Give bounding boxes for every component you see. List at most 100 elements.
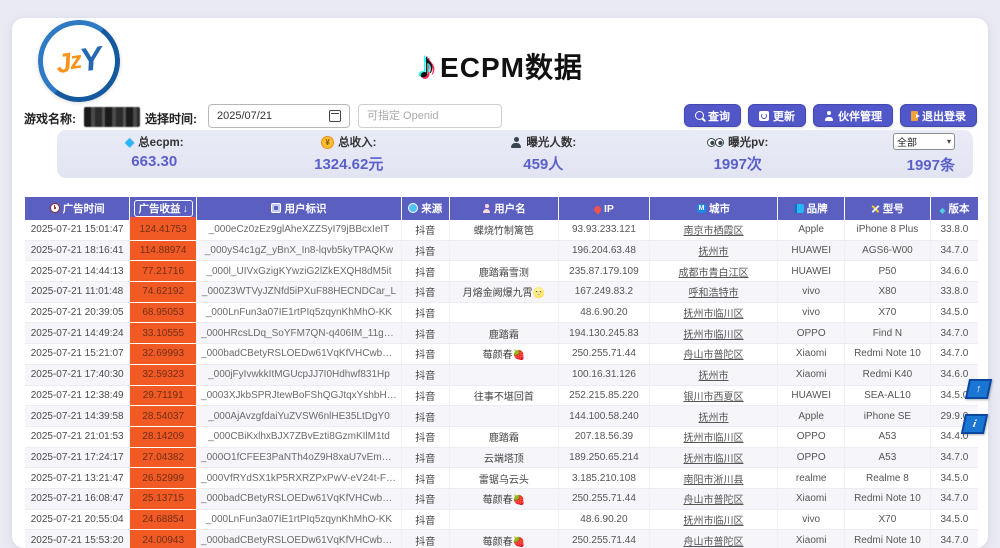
cell-username: 云端塔顶 bbox=[449, 447, 559, 468]
cell-city[interactable]: 抚州市临川区 bbox=[649, 426, 778, 447]
cell-brand: OPPO bbox=[778, 323, 845, 344]
cell-source: 抖音 bbox=[401, 406, 449, 427]
stat-label: 曝光人数: bbox=[526, 134, 576, 150]
cell-revenue: 124.41753 bbox=[130, 220, 197, 240]
cell-revenue: 24.00943 bbox=[130, 530, 197, 548]
stat-value: 663.30 bbox=[57, 153, 252, 170]
cell-openid: _000badCBetyRSLOEDw61VqKfVHCwbe9wv bbox=[197, 530, 402, 548]
col-brand[interactable]: 品牌 bbox=[778, 197, 845, 220]
col-ip[interactable]: IP bbox=[559, 197, 650, 220]
cell-ip: 250.255.71.44 bbox=[559, 344, 650, 365]
cell-model: Find N bbox=[845, 323, 931, 344]
cell-brand: OPPO bbox=[778, 447, 845, 468]
cell-ip: 252.215.85.220 bbox=[559, 385, 650, 406]
cell-brand: realme bbox=[778, 468, 845, 489]
gem-icon bbox=[125, 135, 134, 149]
stat-value: 1997次 bbox=[641, 153, 836, 174]
query-button[interactable]: 查询 bbox=[684, 104, 741, 127]
cell-version: 34.5.0 bbox=[930, 302, 978, 323]
refresh-button[interactable]: 更新 bbox=[748, 104, 806, 127]
cell-revenue: 77.21716 bbox=[130, 261, 197, 282]
cell-username bbox=[449, 240, 559, 261]
col-source[interactable]: 来源 bbox=[401, 197, 449, 220]
page-title: ECPM数据 bbox=[440, 46, 583, 86]
cell-city[interactable]: 抚州市临川区 bbox=[649, 447, 778, 468]
cell-username: 鹿踏霜 bbox=[449, 323, 559, 344]
cell-source: 抖音 bbox=[401, 240, 449, 261]
openid-input[interactable] bbox=[358, 104, 502, 128]
cell-openid: _0003XJkbSPRJtewBoFShQGJtqxYshbHzN bbox=[197, 385, 402, 406]
cell-openid: _000AjAvzgfdaiYuZVSW6nlHE35LtDgY0 bbox=[197, 406, 402, 427]
cell-source: 抖音 bbox=[401, 261, 449, 282]
cell-model: P50 bbox=[845, 261, 931, 282]
cell-source: 抖音 bbox=[401, 220, 449, 240]
cell-city[interactable]: 南京市栖霞区 bbox=[649, 220, 778, 240]
col-model[interactable]: 型号 bbox=[845, 197, 931, 220]
cell-version: 34.5.0 bbox=[930, 509, 978, 530]
game-name-redacted bbox=[84, 107, 140, 127]
cell-source: 抖音 bbox=[401, 426, 449, 447]
col-ad-time[interactable]: 广告时间 bbox=[25, 197, 130, 220]
cell-time: 2025-07-21 17:40:30 bbox=[25, 364, 130, 385]
col-version[interactable]: 版本 bbox=[930, 197, 978, 220]
cell-username: 蝶烧竹制篱笆 bbox=[449, 220, 559, 240]
logout-button[interactable]: 退出登录 bbox=[900, 104, 977, 127]
cell-city[interactable]: 舟山市普陀区 bbox=[649, 488, 778, 509]
search-icon bbox=[695, 111, 704, 120]
stat-value: 459人 bbox=[446, 153, 641, 174]
cell-version: 34.6.0 bbox=[930, 261, 978, 282]
col-username[interactable]: 用户名 bbox=[449, 197, 559, 220]
cell-city[interactable]: 抚州市临川区 bbox=[649, 509, 778, 530]
cell-ip: 207.18.56.39 bbox=[559, 426, 650, 447]
cell-time: 2025-07-21 20:39:05 bbox=[25, 302, 130, 323]
partner-icon bbox=[824, 111, 834, 121]
info-button[interactable]: i bbox=[961, 414, 988, 434]
cell-model: Redmi K40 bbox=[845, 364, 931, 385]
cell-username: 莓颜春🍓 bbox=[449, 488, 559, 509]
cell-city[interactable]: 抚州市 bbox=[649, 240, 778, 261]
cell-version: 34.7.0 bbox=[930, 447, 978, 468]
stat-total-revenue: 总收入:1324.62元 bbox=[252, 134, 447, 174]
col-user-openid[interactable]: 用户标识 bbox=[197, 197, 402, 220]
button-label: 查询 bbox=[708, 108, 730, 124]
cell-ip: 235.87.179.109 bbox=[559, 261, 650, 282]
stat-label: 总ecpm: bbox=[138, 134, 183, 150]
cell-city[interactable]: 南阳市淅川县 bbox=[649, 468, 778, 489]
cell-revenue: 74.62192 bbox=[130, 282, 197, 303]
column-label: 来源 bbox=[421, 203, 442, 215]
stat-filter: 全部 ▾ 1997条 bbox=[835, 133, 973, 175]
col-ad-revenue[interactable]: 广告收益↓ bbox=[130, 197, 197, 220]
cell-model: X70 bbox=[845, 302, 931, 323]
cell-openid: _000Z3WTVyJZNfd5iPXuF88HECNDCar_L bbox=[197, 282, 402, 303]
table-row: 2025-07-21 15:53:2024.00943_000badCBetyR… bbox=[25, 530, 978, 548]
cell-city[interactable]: 银川市西夏区 bbox=[649, 385, 778, 406]
scroll-top-button[interactable]: ↑ bbox=[965, 379, 992, 399]
cell-openid: _000CBiKxlhxBJX7ZBvEzti8GzmKIlM1td bbox=[197, 426, 402, 447]
column-label: 广告时间 bbox=[63, 203, 105, 215]
cell-time: 2025-07-21 21:01:53 bbox=[25, 426, 130, 447]
filter-select[interactable]: 全部 ▾ bbox=[893, 133, 955, 150]
cell-city[interactable]: 呼和浩特市 bbox=[649, 282, 778, 303]
column-label: 广告收益 bbox=[139, 201, 181, 216]
cell-ip: 167.249.83.2 bbox=[559, 282, 650, 303]
cell-brand: vivo bbox=[778, 509, 845, 530]
cell-city[interactable]: 成都市青白江区 bbox=[649, 261, 778, 282]
cell-time: 2025-07-21 17:24:17 bbox=[25, 447, 130, 468]
partner-manage-button[interactable]: 伙伴管理 bbox=[813, 104, 893, 127]
cell-city[interactable]: 舟山市普陀区 bbox=[649, 530, 778, 548]
cell-brand: Xiaomi bbox=[778, 530, 845, 548]
date-input[interactable]: 2025/07/21 bbox=[208, 104, 350, 128]
cell-city[interactable]: 抚州市 bbox=[649, 364, 778, 385]
col-city[interactable]: 城市 bbox=[649, 197, 778, 220]
cell-brand: vivo bbox=[778, 282, 845, 303]
cell-ip: 100.16.31.126 bbox=[559, 364, 650, 385]
ecpm-table: 广告时间 广告收益↓ 用户标识 来源用户名IP城市品牌型号 版本 2025-07-21 … bbox=[25, 197, 978, 548]
cell-revenue: 32.59323 bbox=[130, 364, 197, 385]
cell-ip: 196.204.63.48 bbox=[559, 240, 650, 261]
cell-city[interactable]: 舟山市普陀区 bbox=[649, 344, 778, 365]
cell-city[interactable]: 抚州市 bbox=[649, 406, 778, 427]
cell-city[interactable]: 抚州市临川区 bbox=[649, 302, 778, 323]
cell-city[interactable]: 抚州市临川区 bbox=[649, 323, 778, 344]
column-label: 用户标识 bbox=[284, 203, 326, 215]
column-label: 版本 bbox=[948, 203, 969, 215]
